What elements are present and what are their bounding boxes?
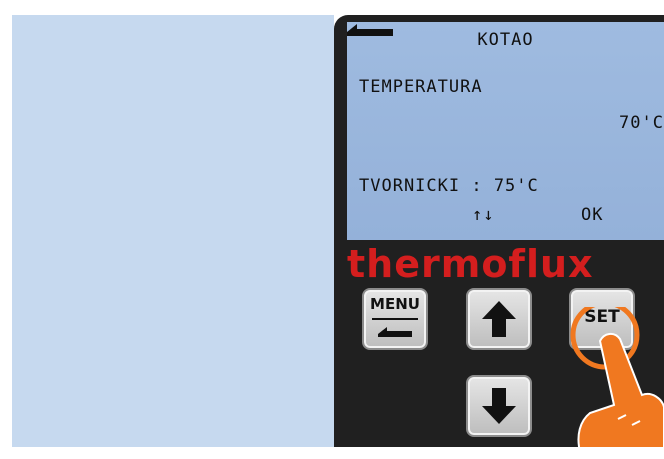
up-button[interactable]: [466, 288, 532, 350]
down-button[interactable]: [466, 375, 532, 437]
arrow-down-icon: [482, 388, 516, 424]
nav-updown: ↑↓: [472, 205, 495, 225]
blank-panel: [12, 15, 334, 447]
menu-button[interactable]: MENU: [362, 288, 428, 350]
brand-logo: thermoflux: [347, 242, 594, 286]
screen-title: KOTAO: [477, 30, 534, 50]
temperature-label: TEMPERATURA: [359, 77, 483, 97]
temperature-value: 70'C: [619, 113, 664, 133]
lcd-screen: KOTAO TEMPERATURA 70'C TVORNICKI : 75'C …: [347, 22, 664, 240]
hand-pointer-icon: [570, 307, 664, 447]
back-arrow-icon: [378, 327, 412, 337]
menu-divider: [372, 318, 418, 320]
thermostat-device: KOTAO TEMPERATURA 70'C TVORNICKI : 75'C …: [334, 15, 664, 447]
menu-label: MENU: [370, 295, 420, 313]
arrow-up-icon: [482, 301, 516, 337]
nav-ok: OK: [581, 205, 604, 225]
factory-setting: TVORNICKI : 75'C: [359, 176, 539, 196]
